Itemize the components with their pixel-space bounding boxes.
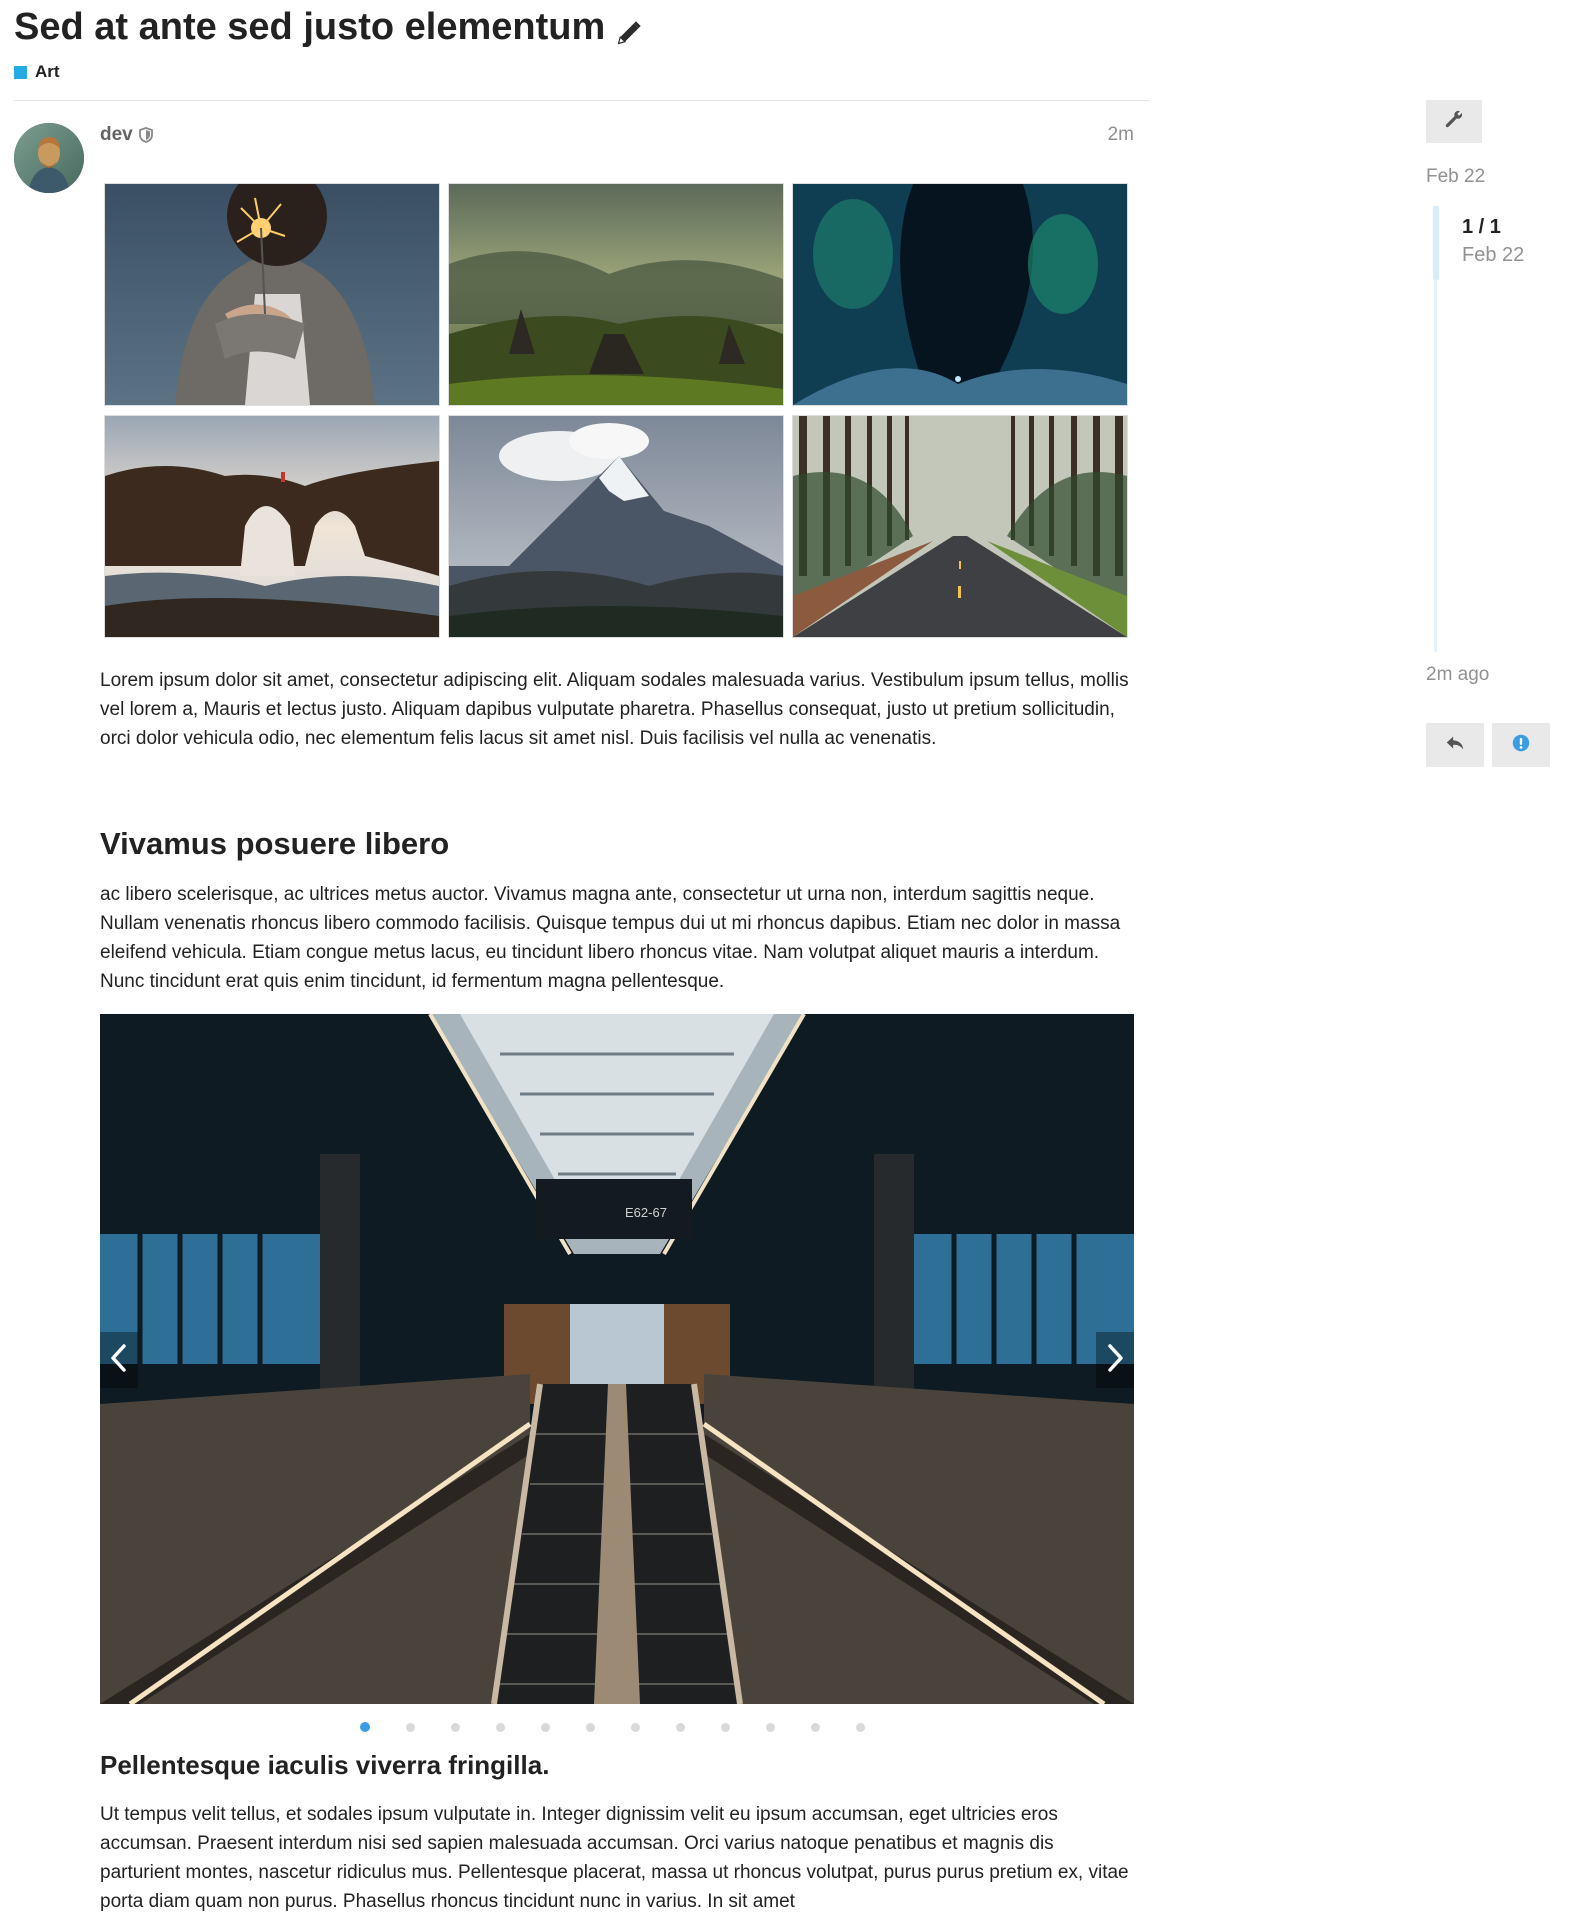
section-heading: Vivamus posuere libero xyxy=(100,826,450,861)
header-divider xyxy=(14,100,1150,101)
post-paragraph: ac libero scelerisque, ac ultrices metus… xyxy=(100,884,1121,992)
timeline-end-label[interactable]: 2m ago xyxy=(1426,664,1489,686)
chevron-left-icon xyxy=(109,1343,129,1378)
carousel-dot-8[interactable] xyxy=(676,1722,685,1732)
category-color-swatch xyxy=(14,65,27,79)
image-gallery xyxy=(104,183,1130,639)
post-meta: dev 2m xyxy=(100,124,1134,148)
category-badge[interactable]: Art xyxy=(14,62,60,82)
gallery-image-ice-cave[interactable] xyxy=(792,183,1128,406)
wrench-icon xyxy=(1443,108,1465,135)
carousel-pagination xyxy=(360,1721,901,1733)
topic-title: Sed at ante sed justo elementum xyxy=(14,6,643,49)
gallery-image-forest-road[interactable] xyxy=(792,415,1128,638)
exclamation-circle-icon xyxy=(1510,732,1532,759)
carousel-dot-11[interactable] xyxy=(811,1722,820,1732)
post-paragraph: Ut tempus velit tellus, et sodales ipsum… xyxy=(100,1804,1129,1912)
section-heading: Pellentesque iaculis viverra fringilla. xyxy=(100,1750,550,1780)
carousel-dot-10[interactable] xyxy=(766,1722,775,1732)
pencil-icon[interactable] xyxy=(615,14,643,44)
carousel-prev-button[interactable] xyxy=(100,1332,138,1388)
carousel-dot-6[interactable] xyxy=(586,1722,595,1732)
timeline-position-date: Feb 22 xyxy=(1462,244,1525,266)
chevron-right-icon xyxy=(1105,1343,1125,1378)
avatar[interactable] xyxy=(14,123,84,193)
gallery-image-mountain-valley[interactable] xyxy=(448,183,784,406)
carousel-image-escalator-hall[interactable]: E62-67 xyxy=(100,1014,1134,1704)
carousel-dot-3[interactable] xyxy=(451,1722,460,1732)
gallery-image-sea-arch[interactable] xyxy=(104,415,440,638)
post-paragraph: Lorem ipsum dolor sit amet, consectetur … xyxy=(100,670,1129,749)
carousel-next-button[interactable] xyxy=(1096,1332,1134,1388)
reply-icon xyxy=(1444,732,1466,759)
carousel-dot-7[interactable] xyxy=(631,1722,640,1732)
gallery-image-sparkler[interactable] xyxy=(104,183,440,406)
notifications-button[interactable] xyxy=(1492,723,1550,767)
admin-wrench-button[interactable] xyxy=(1426,100,1482,143)
timeline-scroll-handle[interactable] xyxy=(1433,206,1439,280)
carousel-dot-9[interactable] xyxy=(721,1722,730,1732)
category-name: Art xyxy=(35,62,60,81)
carousel-dot-1[interactable] xyxy=(360,1722,370,1732)
carousel-dot-4[interactable] xyxy=(496,1722,505,1732)
username-text: dev xyxy=(100,124,133,145)
timeline-position: 1 / 1 xyxy=(1462,216,1501,238)
carousel-dot-12[interactable] xyxy=(856,1722,865,1732)
image-carousel: E62-67 xyxy=(100,1014,1134,1704)
topic-title-text: Sed at ante sed justo elementum xyxy=(14,6,606,48)
shield-icon xyxy=(138,127,153,143)
carousel-dot-5[interactable] xyxy=(541,1722,550,1732)
username[interactable]: dev xyxy=(100,124,153,146)
carousel-dot-2[interactable] xyxy=(406,1722,415,1732)
gallery-image-matterhorn[interactable] xyxy=(448,415,784,638)
timeline-start-date[interactable]: Feb 22 xyxy=(1426,166,1485,188)
post-age[interactable]: 2m xyxy=(1108,124,1134,146)
carousel-sign-text: E62-67 xyxy=(625,1205,667,1220)
reply-button[interactable] xyxy=(1426,723,1484,767)
